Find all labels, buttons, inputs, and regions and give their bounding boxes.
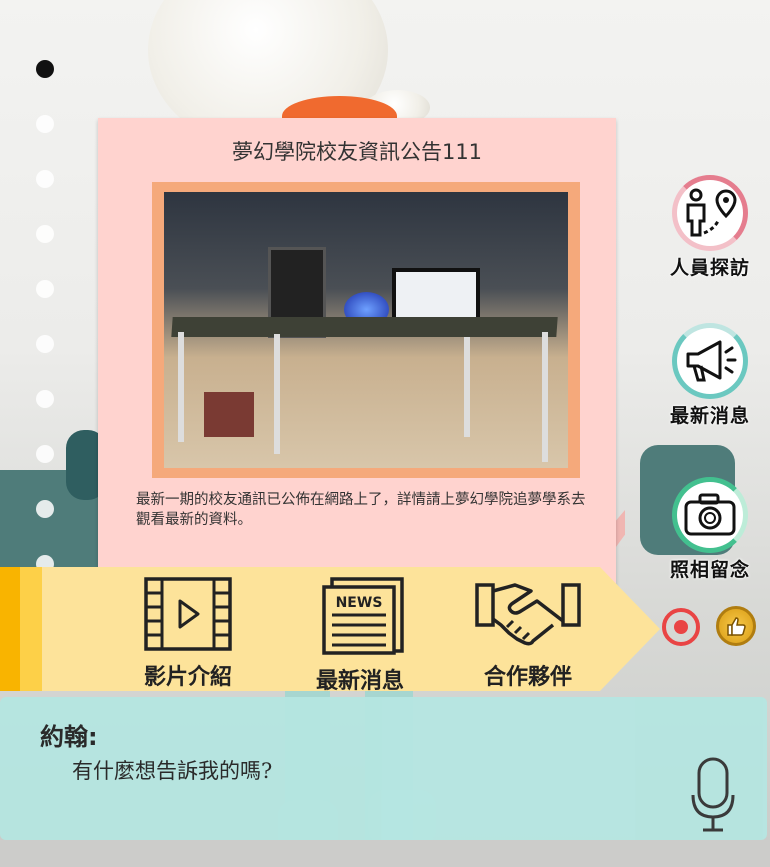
page-dot[interactable] [36, 500, 54, 518]
bottom-nav-stripe [0, 567, 20, 691]
side-label-interview: 人員探訪 [669, 257, 750, 279]
page-dot[interactable] [36, 280, 54, 298]
nav-item-news[interactable]: NEWS 最新消息 [300, 575, 420, 695]
dialog-speaker: 約翰: [40, 723, 98, 751]
video-film-icon [144, 577, 232, 651]
announcement-photo-frame [152, 182, 580, 478]
side-button-interview[interactable]: 人員探訪 [668, 175, 752, 280]
bottom-nav-bar: 影片介紹 NEWS 最新消息 合作夥伴 [0, 567, 660, 694]
photo-table-leg [542, 332, 548, 462]
like-button[interactable] [716, 606, 756, 646]
photo-table-leg [178, 332, 184, 442]
page-dot[interactable] [36, 225, 54, 243]
side-button-photo[interactable]: 照相留念 [668, 477, 752, 582]
dialog-box: 約翰: 有什麼想告訴我的嗎? [0, 697, 767, 840]
nav-label-news: 最新消息 [315, 669, 404, 694]
camera-icon [684, 493, 736, 536]
side-button-news-circle[interactable] [672, 323, 748, 399]
megaphone-icon [686, 340, 737, 382]
photo-box [204, 392, 254, 437]
record-icon [674, 620, 688, 634]
page-dot-active[interactable] [36, 60, 54, 78]
page-dot[interactable] [36, 390, 54, 408]
side-button-photo-circle[interactable] [672, 477, 748, 553]
nav-item-video[interactable]: 影片介紹 [128, 575, 248, 691]
newspaper-badge: NEWS [336, 595, 383, 611]
announcement-card: 夢幻學院校友資訊公告111 最新一期的校友通訊已公佈在網路上了，詳情請上夢幻學院… [98, 118, 616, 590]
side-label-news: 最新消息 [669, 405, 750, 427]
photo-table-leg [274, 334, 280, 454]
photo-table [171, 317, 558, 337]
handshake-icon [475, 583, 581, 646]
nav-label-partners: 合作夥伴 [483, 665, 572, 690]
nav-item-partners[interactable]: 合作夥伴 [468, 575, 588, 691]
bottom-nav-stripe [20, 567, 42, 691]
page-dot[interactable] [36, 445, 54, 463]
page-dot[interactable] [36, 115, 54, 133]
page-dot[interactable] [36, 170, 54, 188]
microphone-icon[interactable] [690, 755, 736, 835]
side-button-news[interactable]: 最新消息 [668, 323, 752, 428]
side-label-photo: 照相留念 [669, 559, 750, 581]
page-dot[interactable] [36, 335, 54, 353]
record-button[interactable] [662, 608, 700, 646]
card-title: 夢幻學院校友資訊公告111 [231, 140, 483, 164]
side-button-interview-circle[interactable] [672, 175, 748, 251]
card-body-text: 最新一期的校友通訊已公佈在網路上了，詳情請上夢幻學院追夢學系去觀看最新的資料。 [136, 492, 586, 528]
dialog-message: 有什麼想告訴我的嗎? [72, 759, 273, 783]
nav-label-video: 影片介紹 [143, 665, 232, 690]
person-location-icon [686, 188, 737, 237]
floor [0, 840, 770, 867]
photo-table-leg [464, 337, 470, 437]
newspaper-icon: NEWS [322, 577, 404, 655]
thumbs-up-icon [727, 617, 746, 636]
announcement-photo[interactable] [164, 192, 568, 468]
